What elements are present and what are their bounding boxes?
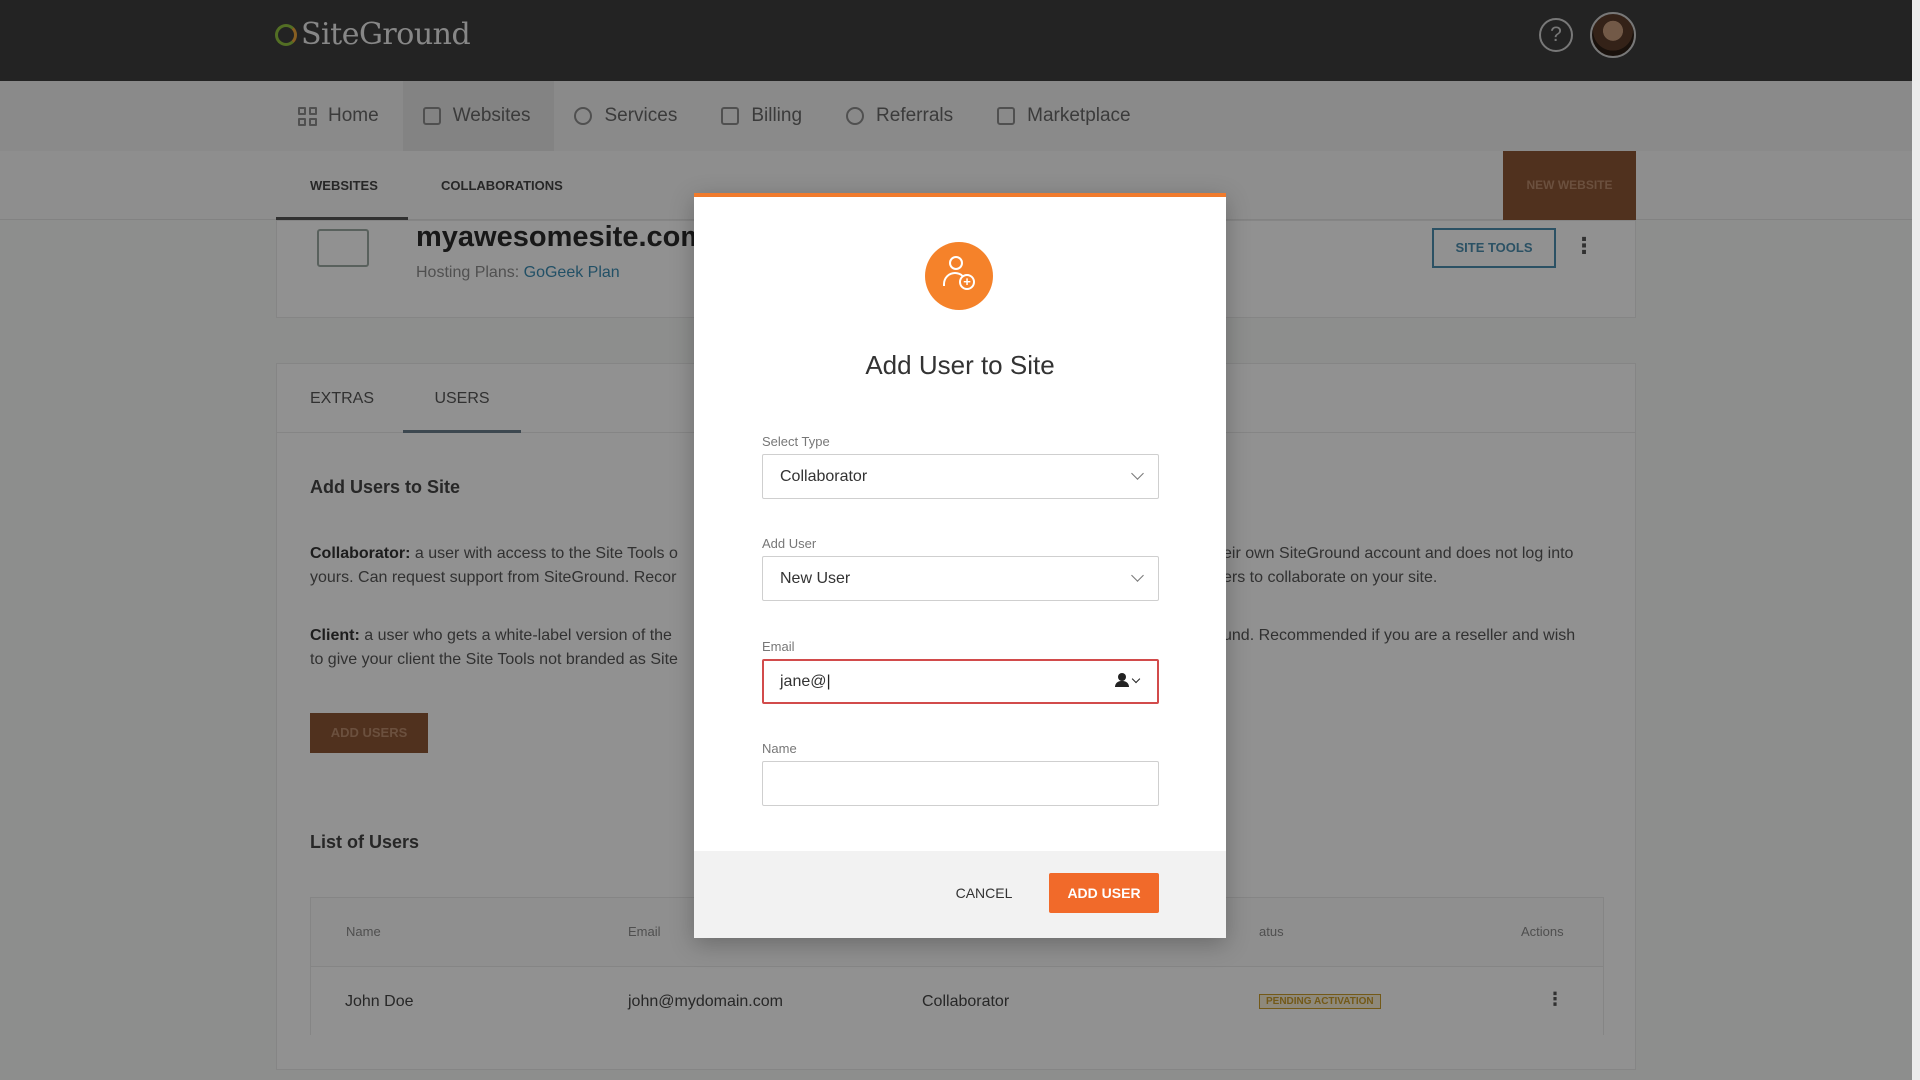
select-type-dropdown[interactable]: Collaborator — [762, 454, 1159, 499]
select-type-label: Select Type — [762, 434, 830, 449]
add-user-icon: + — [925, 242, 993, 310]
email-field[interactable]: jane@ — [762, 659, 1159, 704]
contact-picker-icon[interactable] — [1115, 673, 1141, 687]
chevron-down-icon — [1131, 467, 1144, 480]
modal-title: Add User to Site — [865, 350, 1055, 380]
name-field[interactable] — [762, 761, 1159, 806]
chevron-down-icon — [1131, 569, 1144, 582]
add-user-button[interactable]: ADD USER — [1049, 873, 1159, 913]
email-label: Email — [762, 639, 795, 654]
add-user-modal: + Add User to Site Select Type Collabora… — [694, 193, 1226, 938]
modal-footer: CANCEL ADD USER — [694, 851, 1226, 938]
cancel-button[interactable]: CANCEL — [944, 873, 1024, 913]
page-scrollbar[interactable] — [1912, 0, 1920, 1080]
add-user-label: Add User — [762, 536, 817, 551]
name-label: Name — [762, 741, 797, 756]
email-value: jane@ — [780, 673, 831, 690]
add-user-dropdown[interactable]: New User — [762, 556, 1159, 601]
select-type-value: Collaborator — [780, 468, 868, 485]
add-user-value: New User — [780, 570, 851, 587]
